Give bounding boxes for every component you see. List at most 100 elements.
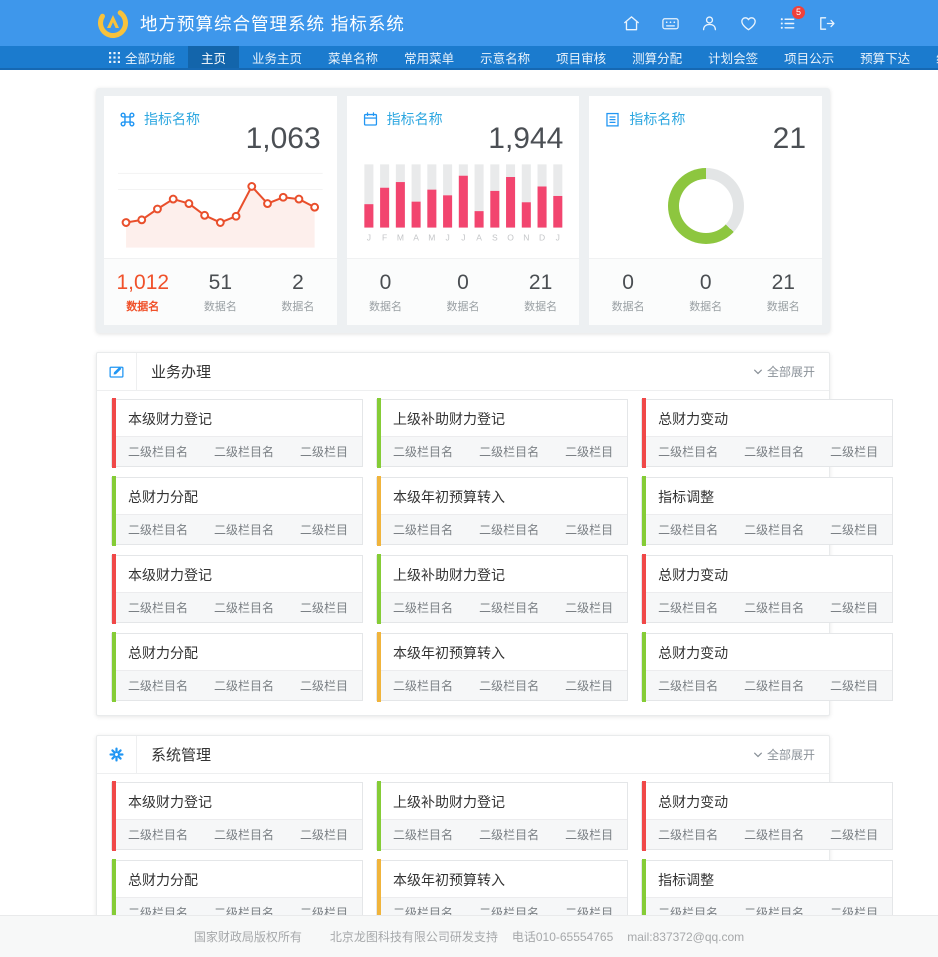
menu-card-title[interactable]: 本级年初预算转入 bbox=[381, 634, 627, 670]
sublink[interactable]: 二级栏目名 bbox=[744, 677, 804, 694]
sublink[interactable]: 二级栏目名 bbox=[128, 521, 188, 538]
menu-card-title[interactable]: 总财力变动 bbox=[646, 634, 892, 670]
menu-card-sublinks: 二级栏目名 二级栏目名 二级栏目 bbox=[646, 670, 892, 700]
menu-card[interactable]: 上级补助财力登记 二级栏目名 二级栏目名 二级栏目 bbox=[376, 782, 628, 850]
menu-card[interactable]: 总财力分配 二级栏目名 二级栏目名 二级栏目 bbox=[111, 633, 363, 701]
sublink[interactable]: 二级栏目 bbox=[830, 599, 878, 616]
main-nav: 全部功能 主页 业务主页 菜单名称 常用菜单 示意名称 项目审核 测算分配 计划… bbox=[0, 46, 938, 70]
sublink[interactable]: 二级栏目名 bbox=[214, 599, 274, 616]
menu-card-title[interactable]: 指标调整 bbox=[646, 861, 892, 897]
sublink[interactable]: 二级栏目 bbox=[565, 443, 613, 460]
sublink[interactable]: 二级栏目 bbox=[300, 599, 348, 616]
sublink[interactable]: 二级栏目名 bbox=[393, 826, 453, 843]
menu-card[interactable]: 上级补助财力登记 二级栏目名 二级栏目名 二级栏目 bbox=[376, 555, 628, 623]
keyboard-button[interactable] bbox=[658, 11, 682, 35]
menu-card[interactable]: 上级补助财力登记 二级栏目名 二级栏目名 二级栏目 bbox=[376, 399, 628, 467]
sublink[interactable]: 二级栏目 bbox=[565, 677, 613, 694]
nav-item-示意名称[interactable]: 示意名称 bbox=[467, 46, 543, 68]
sublink[interactable]: 二级栏目名 bbox=[744, 599, 804, 616]
menu-card-title[interactable]: 本级财力登记 bbox=[116, 783, 362, 819]
nav-item-项目公示[interactable]: 项目公示 bbox=[771, 46, 847, 68]
menu-card-title[interactable]: 上级补助财力登记 bbox=[381, 783, 627, 819]
heart-button[interactable] bbox=[736, 11, 760, 35]
logout-button[interactable] bbox=[814, 11, 838, 35]
menu-card-title[interactable]: 本级年初预算转入 bbox=[381, 861, 627, 897]
sublink[interactable]: 二级栏目名 bbox=[658, 599, 718, 616]
menu-card[interactable]: 本级财力登记 二级栏目名 二级栏目名 二级栏目 bbox=[111, 555, 363, 623]
menu-card[interactable]: 指标调整 二级栏目名 二级栏目名 二级栏目 bbox=[641, 477, 893, 545]
sublink[interactable]: 二级栏目名 bbox=[658, 826, 718, 843]
sublink[interactable]: 二级栏目名 bbox=[744, 826, 804, 843]
nav-item-预算下达[interactable]: 预算下达 bbox=[847, 46, 923, 68]
nav-item-菜单名称[interactable]: 菜单名称 bbox=[315, 46, 391, 68]
sublink[interactable]: 二级栏目 bbox=[300, 677, 348, 694]
sublink[interactable]: 二级栏目 bbox=[565, 826, 613, 843]
menu-card[interactable]: 总财力变动 二级栏目名 二级栏目名 二级栏目 bbox=[641, 782, 893, 850]
sublink[interactable]: 二级栏目名 bbox=[128, 599, 188, 616]
menu-card[interactable]: 总财力变动 二级栏目名 二级栏目名 二级栏目 bbox=[641, 633, 893, 701]
home-button[interactable] bbox=[619, 11, 643, 35]
sublink[interactable]: 二级栏目名 bbox=[658, 677, 718, 694]
sublink[interactable]: 二级栏目 bbox=[565, 521, 613, 538]
menu-card-title[interactable]: 总财力分配 bbox=[116, 634, 362, 670]
menu-card[interactable]: 总财力变动 二级栏目名 二级栏目名 二级栏目 bbox=[641, 555, 893, 623]
menu-card[interactable]: 总财力变动 二级栏目名 二级栏目名 二级栏目 bbox=[641, 399, 893, 467]
user-button[interactable] bbox=[697, 11, 721, 35]
sublink[interactable]: 二级栏目名 bbox=[479, 521, 539, 538]
menu-button[interactable]: 5 bbox=[775, 11, 799, 35]
sublink[interactable]: 二级栏目名 bbox=[214, 826, 274, 843]
sublink[interactable]: 二级栏目名 bbox=[214, 521, 274, 538]
sublink[interactable]: 二级栏目名 bbox=[214, 677, 274, 694]
sublink[interactable]: 二级栏目名 bbox=[744, 443, 804, 460]
sublink[interactable]: 二级栏目名 bbox=[479, 599, 539, 616]
nav-item-测算分配[interactable]: 测算分配 bbox=[619, 46, 695, 68]
sublink[interactable]: 二级栏目 bbox=[300, 521, 348, 538]
sublink[interactable]: 二级栏目名 bbox=[744, 521, 804, 538]
menu-card-title[interactable]: 上级补助财力登记 bbox=[381, 556, 627, 592]
expand-all-button[interactable]: 全部展开 bbox=[753, 746, 815, 763]
menu-card[interactable]: 本级财力登记 二级栏目名 二级栏目名 二级栏目 bbox=[111, 782, 363, 850]
sublink[interactable]: 二级栏目名 bbox=[128, 826, 188, 843]
sublink[interactable]: 二级栏目名 bbox=[393, 521, 453, 538]
menu-card[interactable]: 本级年初预算转入 二级栏目名 二级栏目名 二级栏目 bbox=[376, 633, 628, 701]
menu-card-title[interactable]: 本级年初预算转入 bbox=[381, 478, 627, 514]
sublink[interactable]: 二级栏目名 bbox=[393, 443, 453, 460]
sublink[interactable]: 二级栏目名 bbox=[479, 443, 539, 460]
expand-all-button[interactable]: 全部展开 bbox=[753, 363, 815, 380]
menu-card[interactable]: 本级财力登记 二级栏目名 二级栏目名 二级栏目 bbox=[111, 399, 363, 467]
menu-card[interactable]: 总财力分配 二级栏目名 二级栏目名 二级栏目 bbox=[111, 477, 363, 545]
menu-card-title[interactable]: 总财力分配 bbox=[116, 861, 362, 897]
sublink[interactable]: 二级栏目 bbox=[300, 443, 348, 460]
menu-card-title[interactable]: 本级财力登记 bbox=[116, 556, 362, 592]
menu-card-title[interactable]: 上级补助财力登记 bbox=[381, 400, 627, 436]
menu-card-title[interactable]: 指标调整 bbox=[646, 478, 892, 514]
menu-card-title[interactable]: 本级财力登记 bbox=[116, 400, 362, 436]
nav-item-主页[interactable]: 主页 bbox=[188, 46, 239, 68]
menu-card-title[interactable]: 总财力变动 bbox=[646, 556, 892, 592]
sublink[interactable]: 二级栏目名 bbox=[128, 443, 188, 460]
sublink[interactable]: 二级栏目名 bbox=[479, 826, 539, 843]
nav-item-项目审核[interactable]: 项目审核 bbox=[543, 46, 619, 68]
sublink[interactable]: 二级栏目 bbox=[830, 521, 878, 538]
sublink[interactable]: 二级栏目 bbox=[830, 677, 878, 694]
sublink[interactable]: 二级栏目 bbox=[300, 826, 348, 843]
sublink[interactable]: 二级栏目名 bbox=[658, 443, 718, 460]
sublink[interactable]: 二级栏目名 bbox=[393, 677, 453, 694]
sublink[interactable]: 二级栏目名 bbox=[479, 677, 539, 694]
nav-item-纳入预算[interactable]: 纳入预算 bbox=[923, 46, 938, 68]
menu-card[interactable]: 本级年初预算转入 二级栏目名 二级栏目名 二级栏目 bbox=[376, 477, 628, 545]
sublink[interactable]: 二级栏目名 bbox=[393, 599, 453, 616]
sublink[interactable]: 二级栏目名 bbox=[128, 677, 188, 694]
nav-item-业务主页[interactable]: 业务主页 bbox=[239, 46, 315, 68]
nav-item-计划会签[interactable]: 计划会签 bbox=[695, 46, 771, 68]
menu-card-title[interactable]: 总财力分配 bbox=[116, 478, 362, 514]
nav-item-全部功能[interactable]: 全部功能 bbox=[96, 46, 188, 68]
sublink[interactable]: 二级栏目名 bbox=[214, 443, 274, 460]
sublink[interactable]: 二级栏目 bbox=[830, 826, 878, 843]
sublink[interactable]: 二级栏目 bbox=[565, 599, 613, 616]
menu-card-title[interactable]: 总财力变动 bbox=[646, 400, 892, 436]
nav-item-常用菜单[interactable]: 常用菜单 bbox=[391, 46, 467, 68]
sublink[interactable]: 二级栏目名 bbox=[658, 521, 718, 538]
sublink[interactable]: 二级栏目 bbox=[830, 443, 878, 460]
menu-card-title[interactable]: 总财力变动 bbox=[646, 783, 892, 819]
